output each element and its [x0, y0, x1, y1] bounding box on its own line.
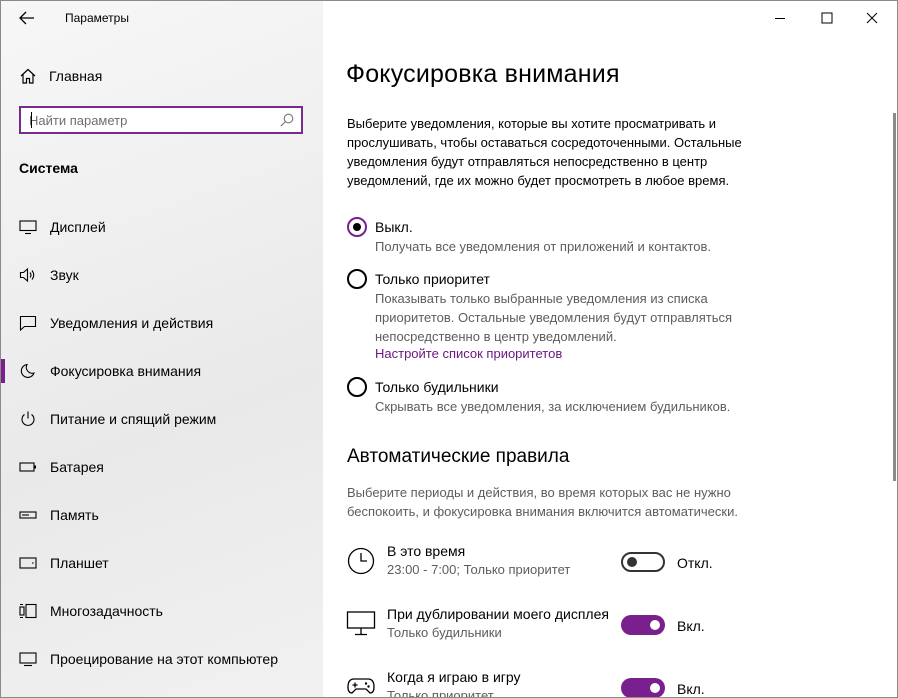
sidebar-item-label: Уведомления и действия	[50, 315, 214, 331]
rule-title-gaming: Когда я играю в игру	[387, 669, 521, 685]
clock-icon	[347, 547, 375, 575]
rule-title-time: В это время	[387, 543, 466, 559]
minimize-icon	[775, 18, 785, 19]
home-label: Главная	[49, 68, 103, 84]
sidebar-item-label: Проецирование на этот компьютер	[50, 651, 278, 667]
rule-sub-time: 23:00 - 7:00; Только приоритет	[387, 562, 571, 577]
sidebar-item-battery[interactable]: Батарея	[1, 449, 323, 485]
toggle-state-label: Вкл.	[677, 681, 705, 697]
sidebar-item-sound[interactable]: Звук	[1, 257, 323, 293]
close-icon	[866, 12, 878, 24]
sidebar-item-label: Многозадачность	[50, 603, 163, 619]
sidebar-item-label: Память	[50, 507, 99, 523]
gamepad-icon	[347, 678, 375, 694]
sidebar-item-label: Батарея	[50, 459, 104, 475]
tablet-icon	[19, 557, 37, 569]
back-arrow-icon	[19, 11, 34, 25]
sidebar-item-tablet[interactable]: Планшет	[1, 545, 323, 581]
sidebar-item-notifications[interactable]: Уведомления и действия	[1, 305, 323, 341]
search-icon[interactable]	[279, 112, 295, 128]
rule-sub-duplicating: Только будильники	[387, 625, 502, 640]
sidebar-item-power[interactable]: Питание и спящий режим	[1, 401, 323, 437]
sidebar-item-multitasking[interactable]: Многозадачность	[1, 593, 323, 629]
option-title-priority-only: Только приоритет	[375, 271, 490, 287]
battery-icon	[19, 462, 36, 472]
sidebar: Параметры Главная Система Дисплей	[1, 1, 323, 697]
monitor-icon	[19, 220, 37, 235]
scrollbar[interactable]	[893, 113, 896, 481]
main-content: Фокусировка внимания Выберите уведомлени…	[323, 1, 897, 697]
toggle-time-rule[interactable]	[621, 552, 665, 572]
sidebar-item-label: Звук	[50, 267, 79, 283]
back-button[interactable]	[15, 7, 39, 29]
home-link[interactable]: Главная	[19, 66, 102, 86]
search-input[interactable]	[29, 108, 269, 132]
option-title-alarms-only: Только будильники	[375, 379, 499, 395]
section-title: Система	[19, 160, 78, 176]
rule-sub-gaming: Только приоритет	[387, 688, 494, 698]
home-icon	[20, 68, 36, 84]
settings-window: Параметры Главная Система Дисплей	[0, 0, 898, 698]
sidebar-item-label: Питание и спящий режим	[50, 411, 217, 427]
sidebar-item-display[interactable]: Дисплей	[1, 209, 323, 245]
radio-alarms-only[interactable]	[347, 377, 367, 397]
maximize-icon	[821, 12, 833, 24]
sidebar-item-label: Дисплей	[50, 219, 106, 235]
toggle-state-label: Вкл.	[677, 618, 705, 634]
radio-off[interactable]	[347, 217, 367, 237]
option-desc-off: Получать все уведомления от приложений и…	[375, 239, 712, 254]
text-caret	[31, 112, 32, 128]
multitasking-icon	[19, 603, 37, 619]
option-desc-priority-only: Показывать только выбранные уведомления …	[375, 291, 733, 344]
projecting-icon	[19, 652, 37, 667]
page-description: Выберите уведомления, которые вы хотите …	[347, 116, 742, 188]
maximize-button[interactable]	[804, 1, 850, 35]
sidebar-item-label: Планшет	[50, 555, 109, 571]
speaker-icon	[19, 267, 35, 283]
toggle-state-label: Откл.	[677, 555, 713, 571]
window-title: Параметры	[65, 11, 129, 25]
sidebar-item-label: Фокусировка внимания	[50, 363, 202, 379]
toggle-gaming-rule[interactable]	[621, 678, 665, 697]
page-title: Фокусировка внимания	[346, 60, 620, 88]
toggle-duplicating-rule[interactable]	[621, 615, 665, 635]
close-button[interactable]	[849, 1, 895, 35]
storage-icon	[19, 511, 37, 519]
rule-title-duplicating: При дублировании моего дисплея	[387, 606, 609, 622]
sidebar-item-storage[interactable]: Память	[1, 497, 323, 533]
priority-list-link[interactable]: Настройте список приоритетов	[375, 346, 562, 361]
moon-icon	[20, 363, 35, 378]
auto-rules-heading: Автоматические правила	[347, 446, 570, 467]
power-icon	[21, 411, 35, 426]
sidebar-item-projecting[interactable]: Проецирование на этот компьютер	[1, 641, 323, 677]
auto-rules-description: Выберите периоды и действия, во время ко…	[347, 485, 738, 519]
option-desc-alarms-only: Скрывать все уведомления, за исключением…	[375, 399, 731, 414]
monitor-icon	[346, 611, 376, 636]
search-box[interactable]	[19, 106, 303, 134]
minimize-button[interactable]	[757, 1, 803, 35]
radio-priority-only[interactable]	[347, 269, 367, 289]
option-title-off: Выкл.	[375, 219, 413, 235]
notification-icon	[19, 315, 37, 331]
title-bar: Параметры	[1, 1, 323, 35]
sidebar-item-focus-assist[interactable]: Фокусировка внимания	[1, 353, 323, 389]
